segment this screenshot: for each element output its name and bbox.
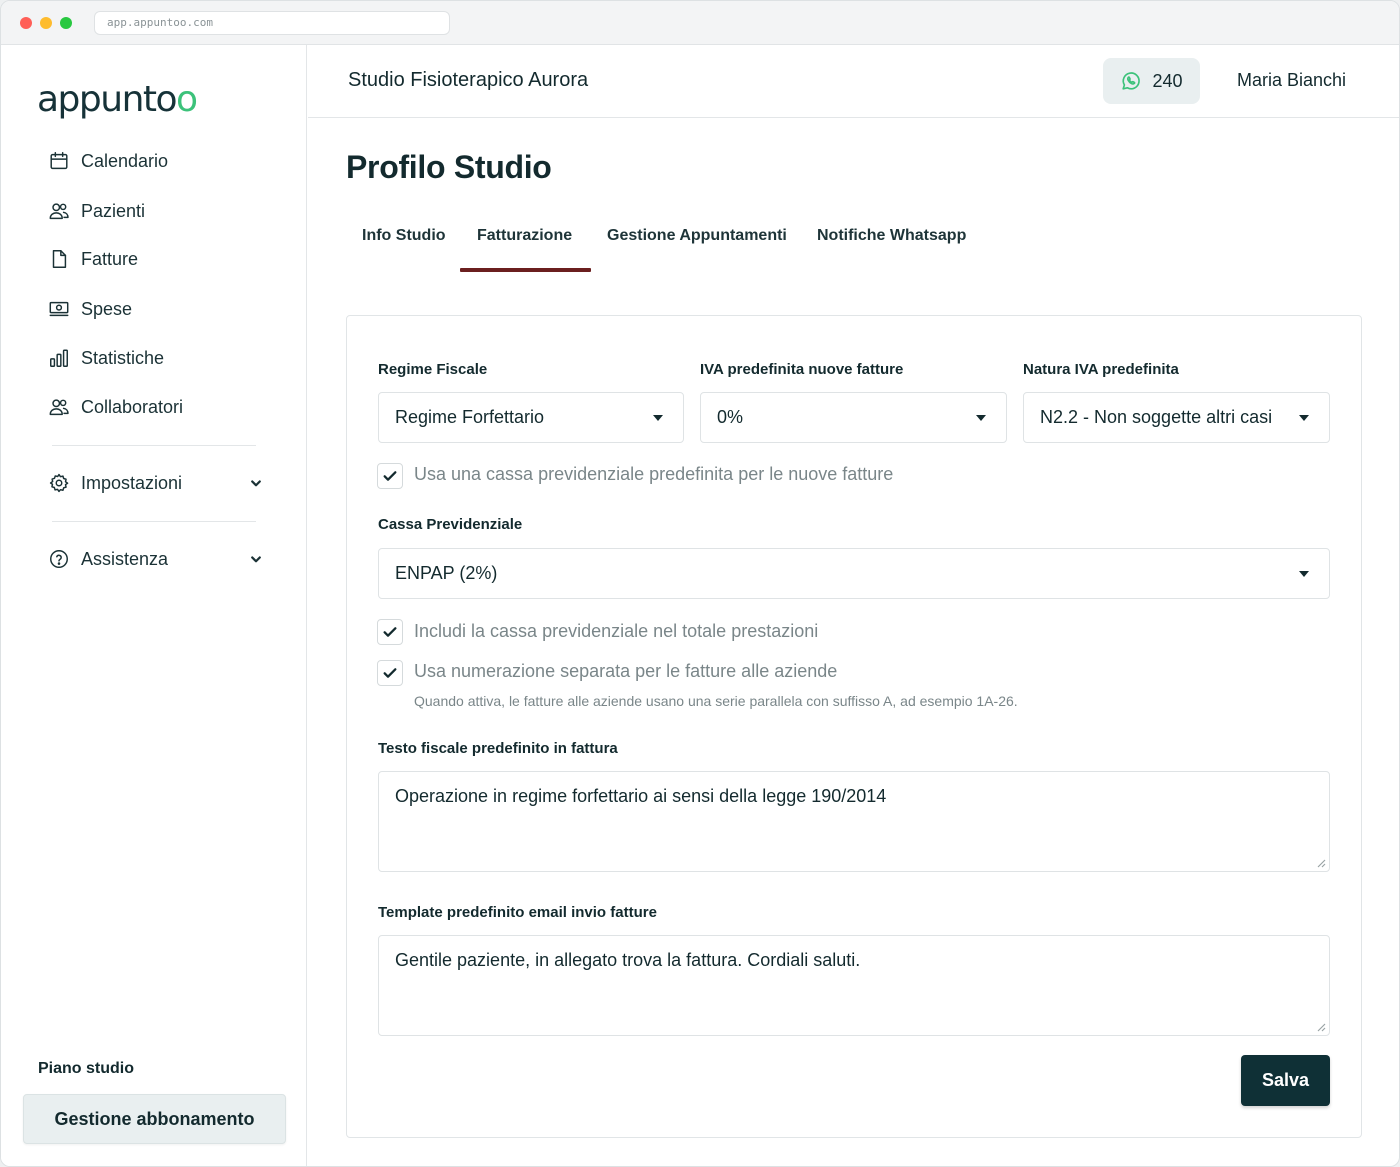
save-button[interactable]: Salva [1241,1055,1330,1106]
separate-numbering-hint: Quando attiva, le fatture alle aziende u… [414,693,1018,709]
cassa-select[interactable]: ENPAP (2%) [378,548,1330,599]
chevron-down-icon [251,480,261,487]
select-value: ENPAP (2%) [395,563,498,583]
textarea-value: Operazione in regime forfettario ai sens… [395,786,887,806]
sidebar-item-label: Spese [81,298,133,319]
user-menu[interactable]: Maria Bianchi [1237,70,1346,91]
app-window: app.appuntoo.com appuntoo Calendario Paz… [0,0,1400,1167]
check-icon [383,668,397,678]
chevron-down-icon [251,556,261,563]
tab-fatturazione[interactable]: Fatturazione [477,227,572,245]
check-icon [383,627,397,637]
select-value: N2.2 - Non soggette altri casi [1040,407,1273,427]
select-value: Regime Forfettario [395,407,545,427]
use-cassa-checkbox[interactable] [377,463,403,489]
whatsapp-credits-badge[interactable]: 240 [1103,58,1200,104]
sidebar-item-fatture[interactable]: Fatture [47,244,277,274]
help-circle-icon [47,547,71,571]
logo-o1: o [155,79,178,120]
separate-numbering-label: Usa numerazione separata per le fatture … [414,661,838,681]
sidebar-item-label: Collaboratori [81,396,184,417]
users-icon [47,199,71,223]
iva-default-label: IVA predefinita nuove fatture [700,361,904,378]
separate-numbering-checkbox[interactable] [377,660,403,686]
sidebar-item-impostazioni[interactable]: Impostazioni [47,468,277,498]
active-tab-indicator [460,268,591,272]
manage-subscription-button[interactable]: Gestione abbonamento [23,1094,286,1144]
sidebar-item-label: Statistiche [81,347,165,368]
plan-label: Piano studio [38,1060,134,1077]
textarea-value: Gentile paziente, in allegato trova la f… [395,950,861,970]
header: Studio Fisioterapico Aurora 240 Maria Bi… [308,45,1399,118]
whatsapp-count: 240 [1152,70,1183,91]
banknote-icon [47,297,71,321]
testo-fiscale-label: Testo fiscale predefinito in fattura [378,740,618,757]
sidebar-item-calendario[interactable]: Calendario [47,146,277,176]
page-title: Profilo Studio [346,149,552,185]
caret-down-icon [1299,415,1309,421]
use-cassa-label: Usa una cassa previdenziale predefinita … [414,464,894,484]
browser-chrome: app.appuntoo.com [1,1,1399,45]
file-icon [47,247,71,271]
caret-down-icon [653,415,663,421]
close-window-button[interactable] [20,17,32,29]
users-icon [47,395,71,419]
email-template-label: Template predefinito email invio fatture [378,904,657,921]
tab-info-studio[interactable]: Info Studio [362,227,446,245]
sidebar-divider [52,445,256,446]
sidebar-item-statistiche[interactable]: Statistiche [47,343,277,373]
caret-down-icon [976,415,986,421]
logo-o2: o [176,79,198,120]
bar-chart-icon [47,346,71,370]
sidebar-item-collaboratori[interactable]: Collaboratori [47,392,277,422]
gear-icon [47,471,71,495]
regime-fiscale-label: Regime Fiscale [378,361,488,378]
sidebar-item-label: Pazienti [81,200,146,221]
sidebar-item-label: Calendario [81,150,169,171]
caret-down-icon [1299,571,1309,577]
natura-iva-label: Natura IVA predefinita [1023,361,1179,378]
address-bar[interactable]: app.appuntoo.com [94,11,450,35]
sidebar-item-assistenza[interactable]: Assistenza [47,544,277,574]
appuntoo-logo[interactable]: appuntoo [37,79,198,120]
minimize-window-button[interactable] [40,17,52,29]
sidebar-divider [52,521,256,522]
sidebar-item-spese[interactable]: Spese [47,294,277,324]
testo-fiscale-textarea[interactable]: Operazione in regime forfettario ai sens… [378,771,1330,872]
tab-gestione-appuntamenti[interactable]: Gestione Appuntamenti [607,227,787,245]
resize-handle-icon[interactable] [1316,1022,1326,1032]
studio-name: Studio Fisioterapico Aurora [348,69,589,91]
cassa-label: Cassa Previdenziale [378,516,523,533]
sidebar-item-label: Fatture [81,248,139,269]
iva-default-select[interactable]: 0% [700,392,1007,443]
sidebar-item-pazienti[interactable]: Pazienti [47,196,277,226]
tab-notifiche-whatsapp[interactable]: Notifiche Whatsapp [817,227,966,245]
whatsapp-icon [1122,72,1141,90]
resize-handle-icon[interactable] [1316,858,1326,868]
calendar-icon [47,149,71,173]
sidebar: appuntoo Calendario Pazienti Fatture Spe… [1,45,307,1166]
include-cassa-checkbox[interactable] [377,619,403,645]
natura-iva-select[interactable]: N2.2 - Non soggette altri casi [1023,392,1330,443]
maximize-window-button[interactable] [60,17,72,29]
regime-fiscale-select[interactable]: Regime Forfettario [378,392,684,443]
sidebar-item-label: Assistenza [81,548,169,569]
sidebar-item-label: Impostazioni [81,472,183,493]
include-cassa-label: Includi la cassa previdenziale nel total… [414,621,819,641]
check-icon [383,471,397,481]
select-value: 0% [717,407,744,427]
email-template-textarea[interactable]: Gentile paziente, in allegato trova la f… [378,935,1330,1036]
logo-prefix: appunt [37,79,157,120]
